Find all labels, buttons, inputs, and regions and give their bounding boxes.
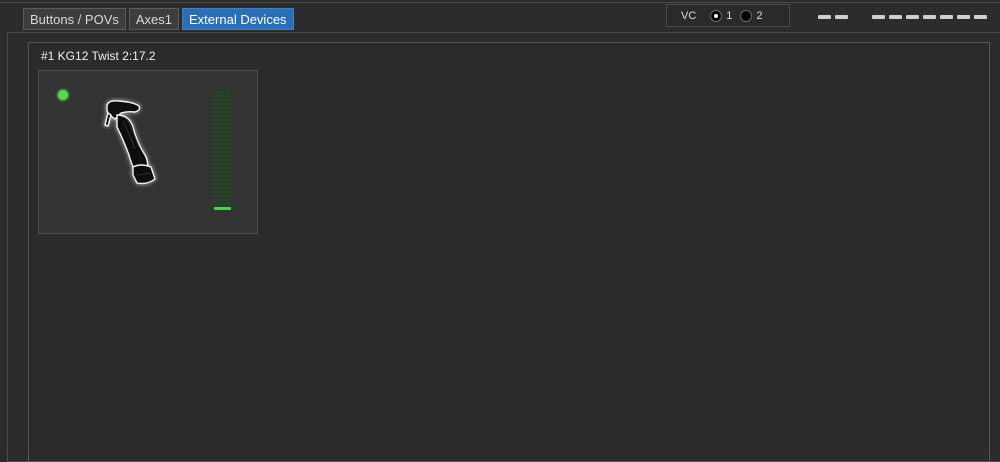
- level-segment: [214, 151, 231, 153]
- dash-mark: [818, 15, 831, 19]
- level-segment: [214, 187, 231, 189]
- dash-indicator-right: [872, 15, 987, 19]
- level-segment: [214, 143, 231, 145]
- level-segment: [214, 179, 231, 181]
- top-divider: [0, 2, 1000, 3]
- dash-mark: [906, 15, 919, 19]
- vc-radio-2[interactable]: [740, 9, 753, 22]
- level-segment: [214, 139, 231, 141]
- level-segment: [214, 207, 231, 210]
- dash-mark: [835, 15, 848, 19]
- level-segment: [214, 107, 231, 109]
- dash-mark: [889, 15, 902, 19]
- level-segment: [214, 199, 231, 201]
- level-segment: [214, 95, 231, 97]
- level-segment: [214, 171, 231, 173]
- level-segment: [214, 127, 231, 129]
- dash-mark: [957, 15, 970, 19]
- level-segment: [214, 203, 231, 205]
- joystick-twist-icon: [104, 100, 156, 185]
- level-segment: [214, 183, 231, 185]
- level-segment: [214, 103, 231, 105]
- tab-buttons-povs[interactable]: Buttons / POVs: [23, 8, 126, 30]
- level-segment: [214, 159, 231, 161]
- dash-mark: [974, 15, 987, 19]
- level-segment: [214, 111, 231, 113]
- level-segment: [214, 115, 231, 117]
- app-window: Buttons / POVs Axes1 External Devices VC…: [0, 0, 1000, 462]
- level-segment: [214, 99, 231, 101]
- level-segment: [214, 155, 231, 157]
- vc-label: VC: [681, 9, 697, 22]
- level-segment: [214, 147, 231, 149]
- level-segment: [214, 163, 231, 165]
- level-segment: [214, 167, 231, 169]
- dash-mark: [872, 15, 885, 19]
- level-segment: [214, 91, 231, 93]
- vc-radio-2-label: 2: [756, 9, 763, 22]
- tab-bar: Buttons / POVs Axes1 External Devices: [23, 8, 294, 30]
- level-segment: [214, 119, 231, 121]
- level-segment: [214, 131, 231, 133]
- dash-mark: [923, 15, 936, 19]
- level-segment: [214, 195, 231, 197]
- level-meter: [214, 91, 231, 213]
- vc-radio-1-label: 1: [726, 9, 733, 22]
- dash-indicator-left: [818, 15, 848, 19]
- level-segment: [214, 123, 231, 125]
- level-segment: [214, 191, 231, 193]
- tab-external-devices[interactable]: External Devices: [182, 8, 294, 30]
- device-card[interactable]: [38, 70, 258, 234]
- vc-radio-1[interactable]: [710, 9, 723, 22]
- level-segment: [214, 135, 231, 137]
- vc-selector: VC 1 2: [666, 4, 790, 27]
- level-segment: [214, 175, 231, 177]
- device-title: #1 KG12 Twist 2:17.2: [41, 49, 156, 63]
- status-led-icon: [58, 90, 68, 100]
- tab-axes1[interactable]: Axes1: [128, 8, 180, 30]
- dash-mark: [940, 15, 953, 19]
